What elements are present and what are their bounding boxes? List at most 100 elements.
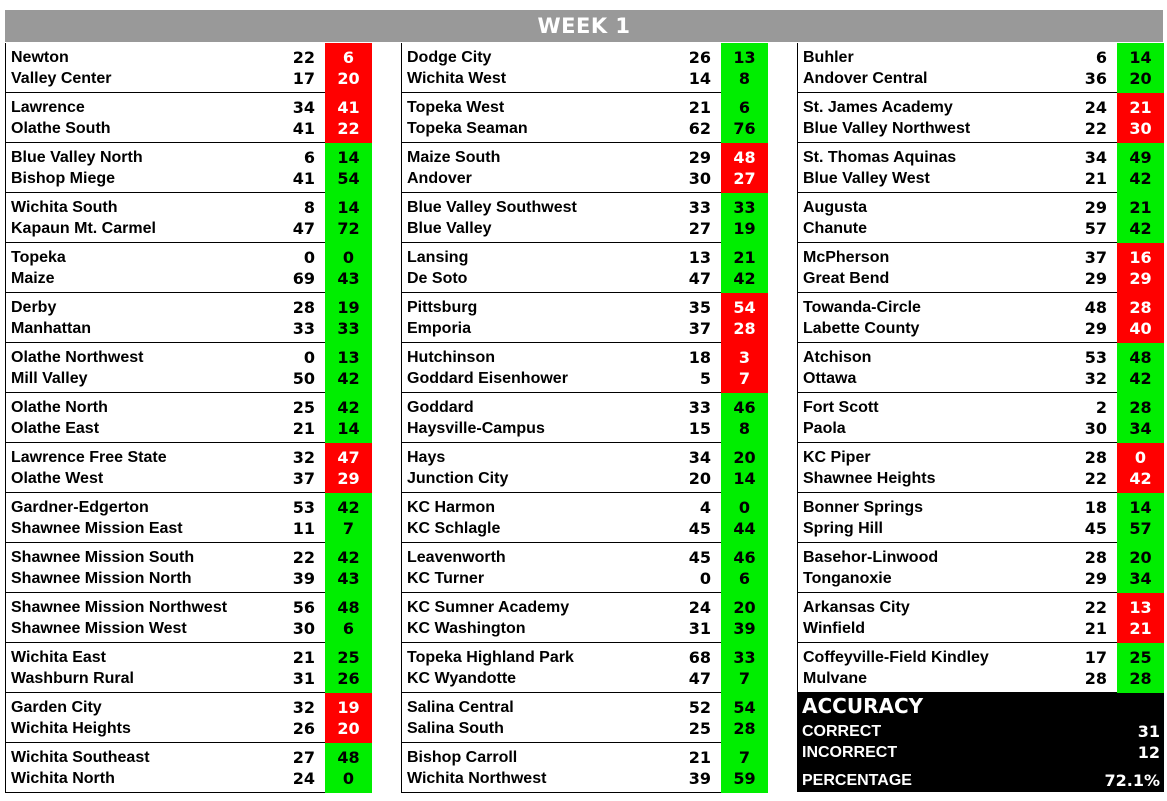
correct-value: 31 <box>1137 722 1160 741</box>
predicted-score-away: 39 <box>733 619 756 638</box>
actual-scores: 18 5 <box>671 347 711 389</box>
games-column-3: Buhler Andover Central 6 36 14 20 St. Ja… <box>797 43 1164 792</box>
team-away-name: Winfield <box>803 620 866 637</box>
predicted-score-home: 28 <box>1129 398 1152 417</box>
predicted-scores: 19 20 <box>325 693 372 743</box>
game-row: Hutchinson Goddard Eisenhower 18 5 3 7 <box>401 343 768 393</box>
game-row: Shawnee Mission South Shawnee Mission No… <box>5 543 372 593</box>
predicted-score-home: 48 <box>1129 348 1152 367</box>
actual-score-away: 30 <box>292 619 315 638</box>
predicted-score-home: 42 <box>337 548 360 567</box>
actual-scores: 21 62 <box>671 97 711 139</box>
predicted-scores: 0 42 <box>1117 443 1164 493</box>
actual-score-away: 21 <box>1084 619 1107 638</box>
predicted-scores: 54 28 <box>721 293 768 343</box>
team-names: Topeka Maize <box>11 247 66 289</box>
predicted-score-home: 13 <box>337 348 360 367</box>
predicted-score-home: 42 <box>337 498 360 517</box>
team-home-name: Pittsburg <box>407 299 478 316</box>
team-names: Bishop Carroll Wichita Northwest <box>407 747 546 789</box>
actual-scores: 52 25 <box>671 697 711 739</box>
actual-score-home: 4 <box>699 498 711 517</box>
actual-scores: 17 28 <box>1067 647 1107 689</box>
game-row: Newton Valley Center 22 17 6 20 <box>5 43 372 93</box>
predicted-scores: 20 34 <box>1117 543 1164 593</box>
predicted-score-home: 16 <box>1129 248 1152 267</box>
team-away-name: Blue Valley <box>407 220 492 237</box>
game-row: Atchison Ottawa 53 32 48 42 <box>797 343 1164 393</box>
actual-score-away: 37 <box>688 319 711 338</box>
game-row: Dodge City Wichita West 26 14 13 8 <box>401 43 768 93</box>
team-away-name: Paola <box>803 420 846 437</box>
accuracy-percentage-row: PERCENTAGE 72.1% <box>802 771 1160 791</box>
predicted-scores: 42 7 <box>325 493 372 543</box>
predicted-score-away: 20 <box>337 69 360 88</box>
team-home-name: Maize South <box>407 149 501 166</box>
predicted-scores: 13 8 <box>721 43 768 93</box>
actual-score-home: 29 <box>1084 198 1107 217</box>
predicted-score-home: 46 <box>733 548 756 567</box>
predicted-scores: 0 44 <box>721 493 768 543</box>
game-row: Fort Scott Paola 2 30 28 34 <box>797 393 1164 443</box>
predicted-scores: 7 59 <box>721 743 768 793</box>
incorrect-label: INCORRECT <box>802 744 898 761</box>
predicted-scores: 21 30 <box>1117 93 1164 143</box>
predicted-score-home: 20 <box>733 598 756 617</box>
team-away-name: Labette County <box>803 320 920 337</box>
predicted-score-home: 48 <box>337 748 360 767</box>
predicted-score-away: 43 <box>337 269 360 288</box>
game-row: Wichita East Washburn Rural 21 31 25 26 <box>5 643 372 693</box>
actual-scores: 45 0 <box>671 547 711 589</box>
game-row: Pittsburg Emporia 35 37 54 28 <box>401 293 768 343</box>
team-names: Derby Manhattan <box>11 297 91 339</box>
predicted-score-away: 57 <box>1129 519 1152 538</box>
predicted-score-home: 54 <box>733 698 756 717</box>
team-names: Topeka West Topeka Seaman <box>407 97 528 139</box>
predicted-score-away: 20 <box>337 719 360 738</box>
predicted-scores: 46 8 <box>721 393 768 443</box>
predicted-scores: 14 20 <box>1117 43 1164 93</box>
actual-scores: 34 41 <box>275 97 315 139</box>
predicted-scores: 19 33 <box>325 293 372 343</box>
predicted-score-away: 29 <box>1129 269 1152 288</box>
actual-scores: 21 31 <box>275 647 315 689</box>
team-away-name: Maize <box>11 270 55 287</box>
team-away-name: Ottawa <box>803 370 857 387</box>
actual-score-away: 47 <box>688 669 711 688</box>
actual-scores: 37 29 <box>1067 247 1107 289</box>
team-names: Fort Scott Paola <box>803 397 879 439</box>
predicted-scores: 25 28 <box>1117 643 1164 693</box>
actual-score-home: 18 <box>1084 498 1107 517</box>
team-home-name: Hutchinson <box>407 349 495 366</box>
team-home-name: Garden City <box>11 699 102 716</box>
game-row: Bishop Carroll Wichita Northwest 21 39 7… <box>401 743 768 793</box>
team-home-name: Lansing <box>407 249 469 266</box>
actual-score-away: 26 <box>292 719 315 738</box>
predicted-score-away: 28 <box>1129 669 1152 688</box>
game-row: Augusta Chanute 29 57 21 42 <box>797 193 1164 243</box>
game-row: KC Harmon KC Schlagle 4 45 0 44 <box>401 493 768 543</box>
predicted-score-home: 0 <box>738 498 751 517</box>
team-away-name: Andover <box>407 170 472 187</box>
actual-score-home: 8 <box>303 198 315 217</box>
team-names: Bonner Springs Spring Hill <box>803 497 923 539</box>
game-row: Derby Manhattan 28 33 19 33 <box>5 293 372 343</box>
game-row: KC Sumner Academy KC Washington 24 31 20… <box>401 593 768 643</box>
actual-score-home: 2 <box>1095 398 1107 417</box>
team-home-name: Gardner-Edgerton <box>11 499 149 516</box>
game-row: Bonner Springs Spring Hill 18 45 14 57 <box>797 493 1164 543</box>
predicted-score-away: 42 <box>1129 219 1152 238</box>
team-away-name: Washburn Rural <box>11 670 134 687</box>
team-home-name: KC Harmon <box>407 499 496 516</box>
team-names: Basehor-Linwood Tonganoxie <box>803 547 938 589</box>
team-names: Arkansas City Winfield <box>803 597 910 639</box>
actual-scores: 27 24 <box>275 747 315 789</box>
team-away-name: Valley Center <box>11 70 112 87</box>
actual-score-home: 22 <box>1084 598 1107 617</box>
team-away-name: Emporia <box>407 320 472 337</box>
predicted-scores: 13 21 <box>1117 593 1164 643</box>
team-away-name: Haysville-Campus <box>407 420 545 437</box>
actual-score-away: 31 <box>292 669 315 688</box>
predicted-score-home: 13 <box>733 48 756 67</box>
actual-score-away: 14 <box>688 69 711 88</box>
